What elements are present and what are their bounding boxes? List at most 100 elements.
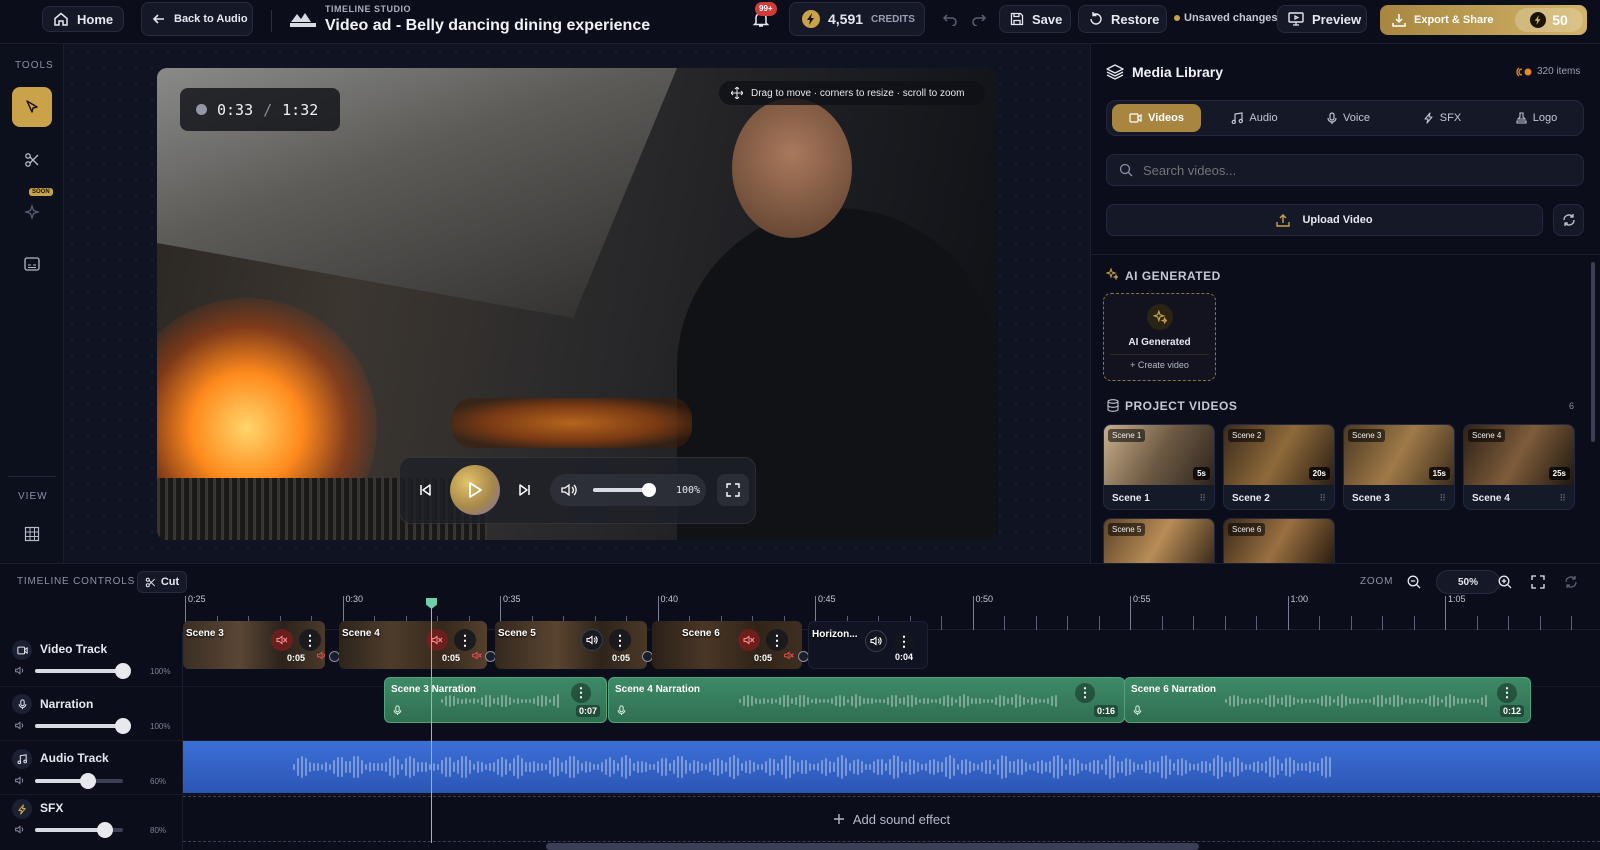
volume-button[interactable]: [865, 630, 887, 652]
drag-handle-icon[interactable]: ⠿: [1559, 493, 1566, 504]
save-button[interactable]: Save: [999, 5, 1071, 33]
credits-value: 4,591: [828, 11, 864, 27]
speaker-icon: [561, 483, 577, 497]
timeline-scrollbar[interactable]: [546, 843, 1199, 850]
video-card[interactable]: Scene 1 5s Scene 1 ⠿: [1103, 424, 1215, 510]
tab-voice[interactable]: Voice: [1304, 104, 1393, 132]
restore-button[interactable]: Restore: [1078, 5, 1167, 33]
waveform-bar: [469, 760, 471, 774]
waveform-bar: [819, 698, 821, 704]
tab-sfx[interactable]: SFX: [1398, 104, 1487, 132]
clip-menu-button[interactable]: ⋮: [893, 630, 915, 652]
video-clip[interactable]: Scene 5 ⋮ 0:05: [495, 621, 647, 669]
narration-volume-slider[interactable]: [35, 718, 131, 734]
previous-button[interactable]: [414, 479, 436, 501]
home-button[interactable]: Home: [42, 6, 124, 32]
waveform-bar: [309, 762, 311, 772]
database-icon: [1107, 399, 1119, 412]
refresh-button[interactable]: [1553, 204, 1584, 236]
clip-menu-button[interactable]: ⋮: [609, 629, 631, 651]
clip-menu-button[interactable]: ⋮: [454, 629, 476, 651]
mute-button[interactable]: [426, 629, 448, 651]
waveform-bar: [789, 755, 791, 779]
tab-videos[interactable]: Videos: [1112, 104, 1201, 132]
search-input[interactable]: [1143, 162, 1563, 178]
redo-button[interactable]: [965, 6, 993, 32]
cut-tool[interactable]: [12, 140, 52, 180]
ai-generated-card[interactable]: AI Generated + Create video: [1103, 293, 1216, 381]
video-clip[interactable]: Horizon... ⋮ 0:04: [808, 621, 928, 669]
video-card[interactable]: Scene 6: [1223, 518, 1335, 563]
playhead[interactable]: [431, 598, 432, 843]
preview-button[interactable]: Preview: [1277, 5, 1367, 33]
video-track-volume-slider[interactable]: [35, 663, 131, 679]
audio-clip[interactable]: [183, 741, 1600, 793]
zoom-in-button[interactable]: [1495, 572, 1515, 592]
fullscreen-button[interactable]: [717, 474, 749, 506]
mute-button[interactable]: [271, 629, 293, 651]
undo-button[interactable]: [936, 6, 964, 32]
waveform-bar: [497, 697, 499, 705]
grid-view-button[interactable]: [12, 514, 52, 554]
waveform-bar: [783, 695, 785, 707]
upload-video-button[interactable]: Upload Video: [1106, 204, 1543, 236]
audio-track-volume-knob[interactable]: [79, 773, 96, 789]
clip-menu-button[interactable]: ⋮: [299, 629, 321, 651]
clip-menu-button[interactable]: ⋮: [766, 629, 788, 651]
drag-handle-icon[interactable]: ⠿: [1439, 493, 1446, 504]
clip-menu-button[interactable]: ⋮: [571, 683, 591, 703]
credits-pill[interactable]: 4,591 CREDITS: [789, 2, 925, 36]
narration-volume-knob[interactable]: [115, 718, 131, 734]
clip-menu-button[interactable]: ⋮: [1497, 683, 1517, 703]
waveform-bar: [1285, 694, 1287, 708]
player-volume-slider[interactable]: [593, 483, 656, 497]
video-card[interactable]: Scene 2 20s Scene 2 ⠿: [1223, 424, 1335, 510]
waveform-bar: [697, 761, 699, 773]
tab-logo[interactable]: Logo: [1492, 104, 1581, 132]
volume-button[interactable]: [581, 629, 603, 651]
clip-menu-button[interactable]: ⋮: [1075, 683, 1095, 703]
effects-tool[interactable]: [12, 192, 52, 232]
ruler-minor-tick: [1193, 616, 1194, 630]
select-tool[interactable]: [12, 87, 52, 127]
narration-clip[interactable]: Scene 3 Narration ⋮ 0:07: [384, 677, 607, 723]
video-card[interactable]: Scene 3 15s Scene 3 ⠿: [1343, 424, 1455, 510]
tab-audio[interactable]: Audio: [1210, 104, 1299, 132]
narration-clip[interactable]: Scene 4 Narration ⋮ 0:16: [608, 677, 1125, 723]
create-video-action[interactable]: + Create video: [1104, 360, 1215, 370]
sfx-volume-slider[interactable]: [35, 822, 123, 838]
waveform-bar: [967, 695, 969, 707]
sfx-drop-zone[interactable]: Add sound effect: [183, 796, 1600, 842]
export-cost-pill: 50: [1515, 8, 1583, 32]
narration-clip[interactable]: Scene 6 Narration ⋮ 0:12: [1124, 677, 1531, 723]
drag-handle-icon[interactable]: ⠿: [1319, 493, 1326, 504]
zoom-out-button[interactable]: [1404, 572, 1424, 592]
waveform-bar: [973, 763, 975, 771]
player-volume-knob[interactable]: [642, 483, 656, 497]
export-share-button[interactable]: Export & Share 50: [1380, 5, 1587, 35]
waveform-bar: [815, 698, 817, 704]
upload-icon: [1276, 213, 1291, 227]
next-button[interactable]: [514, 479, 536, 501]
waveform-bar: [461, 698, 463, 704]
captions-tool[interactable]: [12, 244, 52, 284]
waveform-bar: [1477, 699, 1479, 703]
play-button[interactable]: [450, 465, 500, 515]
waveform-bar: [953, 758, 955, 776]
video-clip[interactable]: Scene 4 ⋮ 0:05: [339, 621, 487, 669]
mute-button[interactable]: [738, 629, 760, 651]
video-card[interactable]: Scene 5: [1103, 518, 1215, 563]
search-field[interactable]: [1106, 154, 1584, 186]
video-clip[interactable]: Scene 3 ⋮ 0:05: [183, 621, 325, 669]
volume-button[interactable]: [559, 481, 579, 499]
audio-track-volume-slider[interactable]: [35, 773, 123, 789]
library-scrollbar[interactable]: [1591, 262, 1595, 442]
fit-timeline-button[interactable]: [1528, 572, 1548, 592]
video-clip[interactable]: Scene 6 ⋮ 0:05: [652, 621, 802, 669]
video-track-volume-knob[interactable]: [115, 663, 131, 679]
reset-zoom-button[interactable]: [1561, 572, 1581, 592]
video-card[interactable]: Scene 4 25s Scene 4 ⠿: [1463, 424, 1575, 510]
drag-handle-icon[interactable]: ⠿: [1199, 493, 1206, 504]
cut-button[interactable]: Cut: [137, 571, 187, 593]
back-to-audio-button[interactable]: Back to Audio: [141, 2, 253, 36]
